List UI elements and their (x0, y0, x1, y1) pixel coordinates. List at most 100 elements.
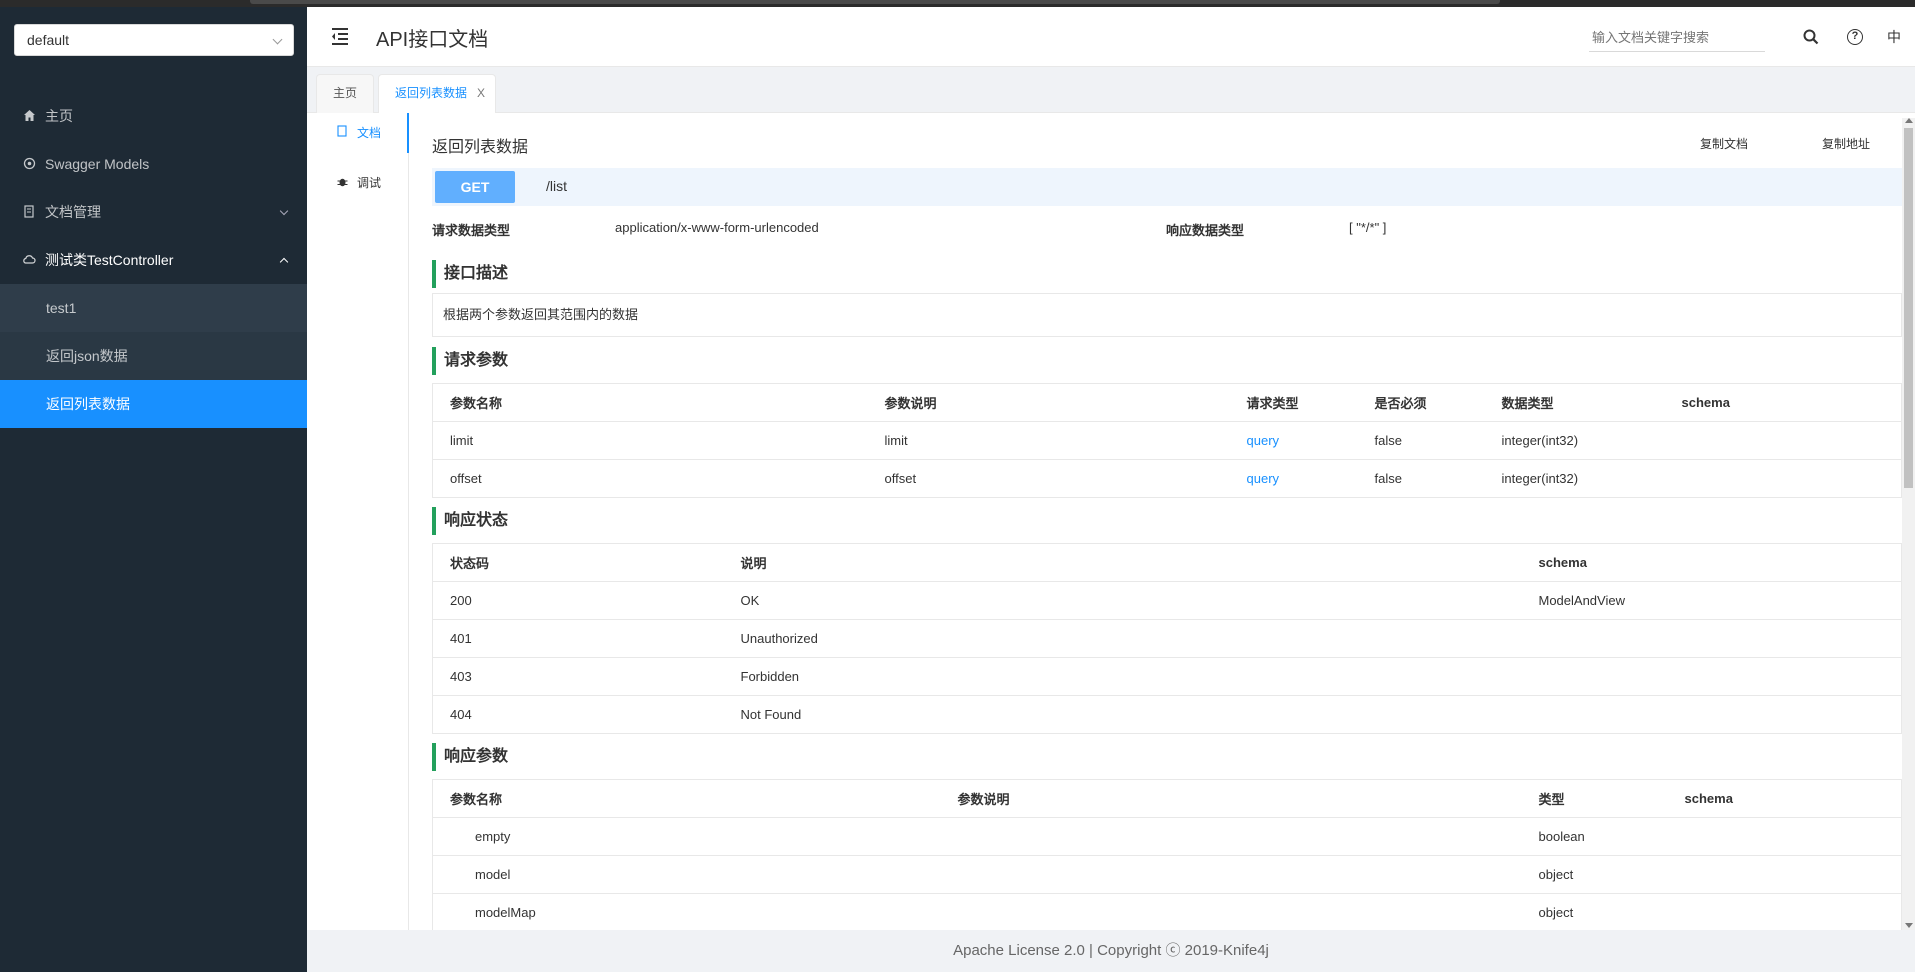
group-select-value: default (27, 32, 70, 48)
table-cell: 200 (432, 581, 724, 620)
table-cell: model (432, 855, 941, 894)
chevron-down-icon (272, 34, 283, 45)
section-description: 接口描述 (432, 260, 508, 288)
sidebar-item-swagger-models[interactable]: Swagger Models (0, 140, 307, 188)
table-cell: ModelAndView (1521, 581, 1902, 620)
table-row: model object (432, 855, 1902, 894)
sidebar-item-label: 主页 (45, 108, 73, 124)
group-select[interactable]: default (14, 24, 294, 56)
chevron-down-icon (279, 206, 289, 216)
table-cell (1521, 657, 1902, 696)
search-input[interactable] (1589, 24, 1765, 52)
response-params-table: 参数名称 参数说明 类型 schema empty boolean model … (432, 779, 1902, 932)
tabs-bar: 主页 返回列表数据 X (307, 67, 1915, 113)
column-header: 参数名称 (432, 779, 941, 818)
side-tab-doc[interactable]: 文档 (307, 113, 409, 153)
side-tab-label: 调试 (357, 176, 382, 190)
column-header: 参数名称 (432, 383, 868, 422)
table-row: empty boolean (432, 817, 1902, 856)
table-header-row: 参数名称 参数说明 请求类型 是否必须 数据类型 schema (432, 383, 1902, 422)
tab-label: 返回列表数据 (395, 86, 468, 100)
column-header: 数据类型 (1484, 383, 1665, 422)
table-cell: object (1521, 893, 1668, 932)
table-cell: integer(int32) (1484, 459, 1665, 498)
sidebar-item-doc-management[interactable]: 文档管理 (0, 188, 307, 236)
table-cell: 403 (432, 657, 724, 696)
close-icon[interactable]: X (477, 75, 485, 112)
sidebar-subitem-return-json[interactable]: 返回json数据 (0, 332, 307, 380)
request-params-table: 参数名称 参数说明 请求类型 是否必须 数据类型 schema limit li… (432, 383, 1902, 498)
docs-icon (22, 205, 36, 219)
sidebar-subitem-label: test1 (46, 300, 77, 316)
tab-return-list[interactable]: 返回列表数据 X (378, 74, 497, 113)
browser-tab-strip (250, 0, 1500, 4)
description-box: 根据两个参数返回其范围内的数据 (432, 293, 1902, 337)
table-cell: integer(int32) (1484, 421, 1665, 460)
table-cell: object (1521, 855, 1668, 894)
table-cell: limit (432, 421, 868, 460)
table-row: offset offset query false integer(int32) (432, 459, 1902, 498)
page-title: API接口文档 (376, 29, 489, 51)
table-cell (1521, 695, 1902, 734)
browser-top-strip (0, 0, 1915, 7)
table-cell: Unauthorized (723, 619, 1522, 658)
sidebar-item-test-controller[interactable]: 测试类TestController (0, 236, 307, 284)
chevron-up-icon (279, 257, 289, 267)
copy-doc-button[interactable]: 复制文档 (1700, 135, 1748, 152)
table-cell (1667, 893, 1902, 932)
column-header: 参数说明 (867, 383, 1230, 422)
sidebar-subitem-label: 返回json数据 (46, 348, 128, 364)
api-path: /list (546, 178, 567, 194)
sidebar-menu: 主页 Swagger Models 文档管理 测试类TestController… (0, 92, 307, 428)
table-cell (940, 855, 1522, 894)
table-cell: empty (432, 817, 941, 856)
table-row: limit limit query false integer(int32) (432, 421, 1902, 460)
vertical-scrollbar[interactable] (1902, 118, 1915, 930)
home-icon (22, 109, 36, 123)
search-icon[interactable] (1803, 29, 1819, 45)
document-icon (337, 114, 351, 154)
sidebar-subitem-test1[interactable]: test1 (0, 284, 307, 332)
language-toggle[interactable]: 中 (1887, 27, 1901, 47)
table-cell: OK (723, 581, 1522, 620)
side-tab-debug[interactable]: 调试 (307, 163, 409, 203)
table-cell: offset (432, 459, 868, 498)
table-cell: boolean (1521, 817, 1668, 856)
main-content: 文档 调试 返回列表数据 复制文档 复制地址 GET /list 请求数据类型 … (307, 113, 1915, 932)
method-row: GET /list (432, 168, 1902, 206)
sidebar-item-home[interactable]: 主页 (0, 92, 307, 140)
scrollbar-thumb[interactable] (1904, 128, 1913, 488)
tab-label: 主页 (333, 86, 358, 100)
table-cell (940, 817, 1522, 856)
column-header: schema (1521, 543, 1902, 582)
doc-side-tabs: 文档 调试 (307, 113, 409, 930)
column-header: 是否必须 (1357, 383, 1485, 422)
table-cell: 401 (432, 619, 724, 658)
column-header: 类型 (1521, 779, 1668, 818)
scroll-up-icon[interactable] (1905, 118, 1913, 123)
table-cell: limit (867, 421, 1230, 460)
section-request-params: 请求参数 (432, 347, 508, 375)
cloud-icon (22, 253, 36, 267)
response-status-table: 状态码 说明 schema 200 OK ModelAndView 401 Un… (432, 543, 1902, 734)
sidebar-subitem-return-list[interactable]: 返回列表数据 (0, 380, 307, 428)
section-response-params: 响应参数 (432, 743, 508, 771)
scroll-down-icon[interactable] (1905, 923, 1913, 928)
tab-home[interactable]: 主页 (316, 74, 375, 113)
copy-address-button[interactable]: 复制地址 (1822, 135, 1870, 152)
table-cell (940, 893, 1522, 932)
response-type-label: 响应数据类型 (1166, 223, 1245, 238)
sidebar-subitem-label: 返回列表数据 (46, 396, 130, 412)
response-type-value: [ "*/*" ] (1349, 220, 1387, 235)
sidebar-item-label: 文档管理 (45, 204, 101, 220)
table-cell: Forbidden (723, 657, 1522, 696)
column-header: 说明 (723, 543, 1522, 582)
menu-fold-icon[interactable] (330, 27, 350, 45)
table-header-row: 参数名称 参数说明 类型 schema (432, 779, 1902, 818)
column-header: schema (1667, 779, 1902, 818)
help-icon[interactable]: ? (1847, 29, 1863, 45)
table-cell (1664, 459, 1902, 498)
table-header-row: 状态码 说明 schema (432, 543, 1902, 582)
table-cell: modelMap (432, 893, 941, 932)
content-type-row: 请求数据类型 application/x-www-form-urlencoded… (432, 220, 1902, 242)
